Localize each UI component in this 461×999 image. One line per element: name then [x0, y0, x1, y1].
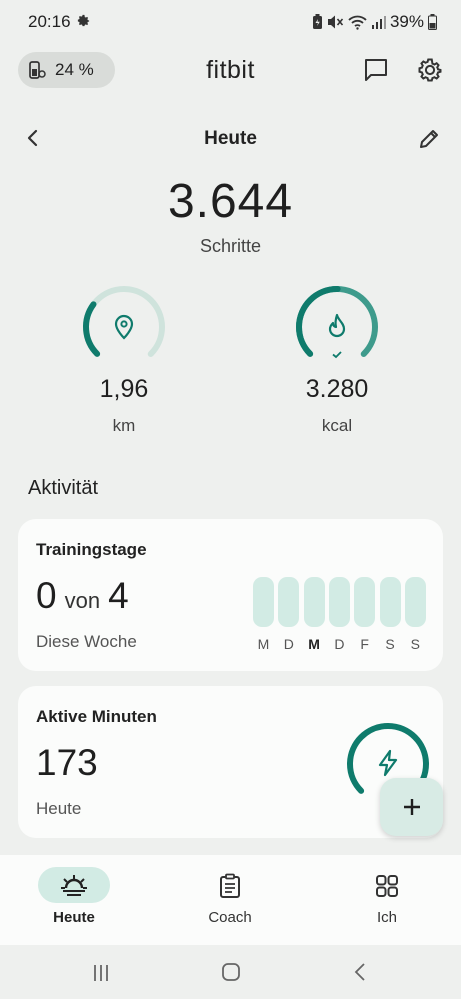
- day-letter: S: [410, 636, 420, 652]
- back-icon[interactable]: [351, 962, 371, 982]
- steps-label: Schritte: [199, 236, 262, 256]
- status-icons: 39%: [312, 12, 437, 32]
- activity-section-title: Aktivität: [28, 477, 99, 499]
- day-letter: S: [385, 636, 395, 652]
- plus-icon: [403, 799, 420, 815]
- sunrise-icon[interactable]: [60, 874, 88, 896]
- lightning-icon: [378, 749, 398, 777]
- gear-icon: [77, 14, 90, 27]
- training-days-title: Trainingstage: [36, 540, 147, 559]
- mute-icon: [327, 15, 344, 29]
- day-letter: D: [283, 636, 294, 652]
- day-letter: M: [257, 636, 270, 652]
- distance-value: 1,96: [99, 375, 149, 403]
- message-icon[interactable]: [362, 56, 390, 84]
- clipboard-icon[interactable]: [218, 873, 242, 899]
- app-title: fitbit: [206, 56, 255, 84]
- flame-icon: [328, 313, 346, 338]
- date-title: Heute: [204, 128, 257, 149]
- battery-icon: [428, 14, 437, 30]
- training-days-period: Diese Woche: [36, 632, 137, 651]
- active-minutes-period: Heute: [36, 799, 82, 818]
- training-days-count-row: 0 von 4: [36, 575, 129, 617]
- calories-value: 3.280: [305, 375, 369, 403]
- signal-icon: [371, 16, 386, 29]
- steps-value: 3.644: [167, 175, 294, 228]
- battery-percent: 39%: [389, 12, 424, 31]
- day-bar: [328, 577, 350, 627]
- active-minutes-title: Aktive Minuten: [36, 707, 157, 726]
- edit-pencil-icon[interactable]: [416, 126, 442, 152]
- status-time: 20:16: [28, 12, 71, 31]
- wifi-icon: [348, 15, 367, 30]
- day-bar: [354, 577, 376, 627]
- grid-icon[interactable]: [375, 874, 399, 898]
- battery-saver-icon: [312, 14, 322, 29]
- day-bar: [278, 577, 300, 627]
- day-letter: D: [334, 636, 345, 652]
- nav-item-ich[interactable]: Ich: [337, 909, 437, 926]
- day-bar: [404, 577, 426, 627]
- day-bar: [303, 577, 325, 627]
- add-button[interactable]: [380, 778, 443, 836]
- active-minutes-value: 173: [36, 742, 98, 783]
- distance-unit: km: [112, 416, 136, 435]
- home-icon[interactable]: [221, 962, 241, 982]
- day-bar: [253, 577, 274, 627]
- settings-icon[interactable]: [416, 56, 444, 84]
- nav-item-coach[interactable]: Coach: [180, 909, 280, 926]
- location-pin-icon: [114, 314, 134, 340]
- recents-icon[interactable]: [91, 963, 111, 983]
- training-days-von: von: [64, 588, 101, 613]
- goal-check-icon: [332, 351, 342, 359]
- day-letter: F: [360, 636, 369, 652]
- training-days-goal: 4: [108, 575, 129, 616]
- calories-unit: kcal: [321, 416, 353, 435]
- day-bar: [379, 577, 401, 627]
- nav-item-heute[interactable]: Heute: [24, 909, 124, 926]
- training-days-count: 0: [36, 575, 57, 616]
- day-letter: M: [308, 636, 320, 652]
